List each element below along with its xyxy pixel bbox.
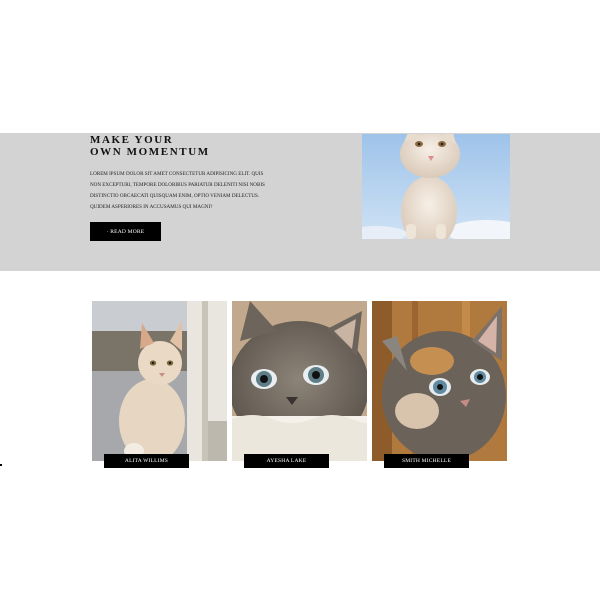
team-photo-smith <box>372 301 507 461</box>
team-photo-ayesha <box>232 301 367 461</box>
hero-kitten-image <box>362 134 510 239</box>
team-name-tag-2: AYESHA LAKE <box>244 454 329 468</box>
team-name-tag-1: ALITA WILLIMS <box>104 454 189 468</box>
hero-description: LOREM IPSUM DOLOR SIT AMET CONSECTETUR A… <box>90 171 265 210</box>
read-more-button[interactable]: · READ MORE <box>90 222 161 241</box>
team-name-tag-3: SMITH MICHELLE <box>384 454 469 468</box>
hero-title: MAKE YOUR OWN MOMENTUM <box>90 134 290 158</box>
hero-title-line1: MAKE YOUR <box>90 134 174 146</box>
team-photo-alita <box>92 301 227 461</box>
hero-title-line2: OWN MOMENTUM <box>90 146 210 158</box>
edge-marker <box>0 464 2 466</box>
